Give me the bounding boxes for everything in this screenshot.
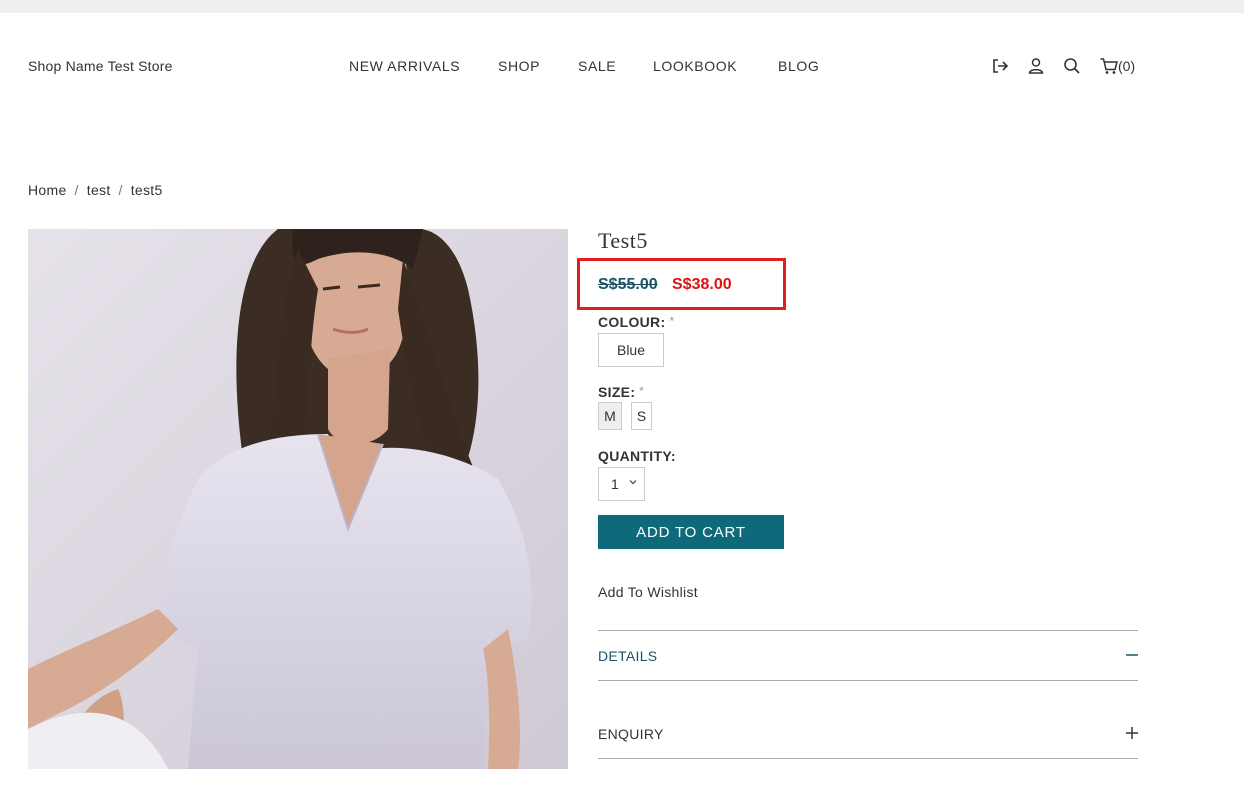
- size-label-text: SIZE:: [598, 384, 636, 400]
- add-to-wishlist-link[interactable]: Add To Wishlist: [598, 584, 698, 600]
- size-option-m[interactable]: M: [598, 402, 622, 430]
- product-title: Test5: [598, 228, 648, 253]
- product-image[interactable]: [28, 229, 568, 769]
- size-label: SIZE: *: [598, 384, 644, 400]
- breadcrumb-current: test5: [130, 182, 163, 198]
- divider: [598, 680, 1138, 681]
- quantity-label: QUANTITY:: [598, 448, 676, 464]
- quantity-value: 1: [611, 476, 619, 492]
- cart-count[interactable]: (0): [1118, 58, 1135, 74]
- divider: [598, 630, 1138, 631]
- user-icon[interactable]: [1026, 56, 1046, 76]
- size-option-s[interactable]: S: [631, 402, 652, 430]
- colour-label-text: COLOUR:: [598, 314, 666, 330]
- required-marker: *: [669, 314, 675, 328]
- colour-option-blue[interactable]: Blue: [598, 333, 664, 367]
- plus-icon[interactable]: [1125, 726, 1139, 740]
- sale-price: S$38.00: [672, 276, 732, 293]
- top-strip: [0, 0, 1244, 13]
- breadcrumb-test[interactable]: test: [87, 182, 111, 198]
- add-to-cart-button[interactable]: ADD TO CART: [598, 515, 784, 549]
- original-price: S$55.00: [598, 276, 658, 293]
- cart-icon[interactable]: [1099, 56, 1119, 76]
- minus-icon[interactable]: [1125, 648, 1139, 662]
- header-icons: [0, 56, 1244, 80]
- accordion-enquiry-header[interactable]: ENQUIRY: [598, 726, 664, 742]
- accordion-details-header[interactable]: DETAILS: [598, 648, 657, 664]
- breadcrumb-home[interactable]: Home: [28, 182, 67, 198]
- divider: [598, 758, 1138, 759]
- search-icon[interactable]: [1062, 56, 1082, 76]
- breadcrumb-separator: /: [118, 182, 123, 198]
- breadcrumb: Home / test / test5: [28, 182, 163, 198]
- required-marker: *: [639, 384, 645, 398]
- colour-label: COLOUR: *: [598, 314, 674, 330]
- chevron-down-icon: [629, 480, 637, 485]
- breadcrumb-separator: /: [74, 182, 79, 198]
- logout-icon[interactable]: [990, 56, 1010, 76]
- quantity-select[interactable]: 1: [598, 467, 645, 501]
